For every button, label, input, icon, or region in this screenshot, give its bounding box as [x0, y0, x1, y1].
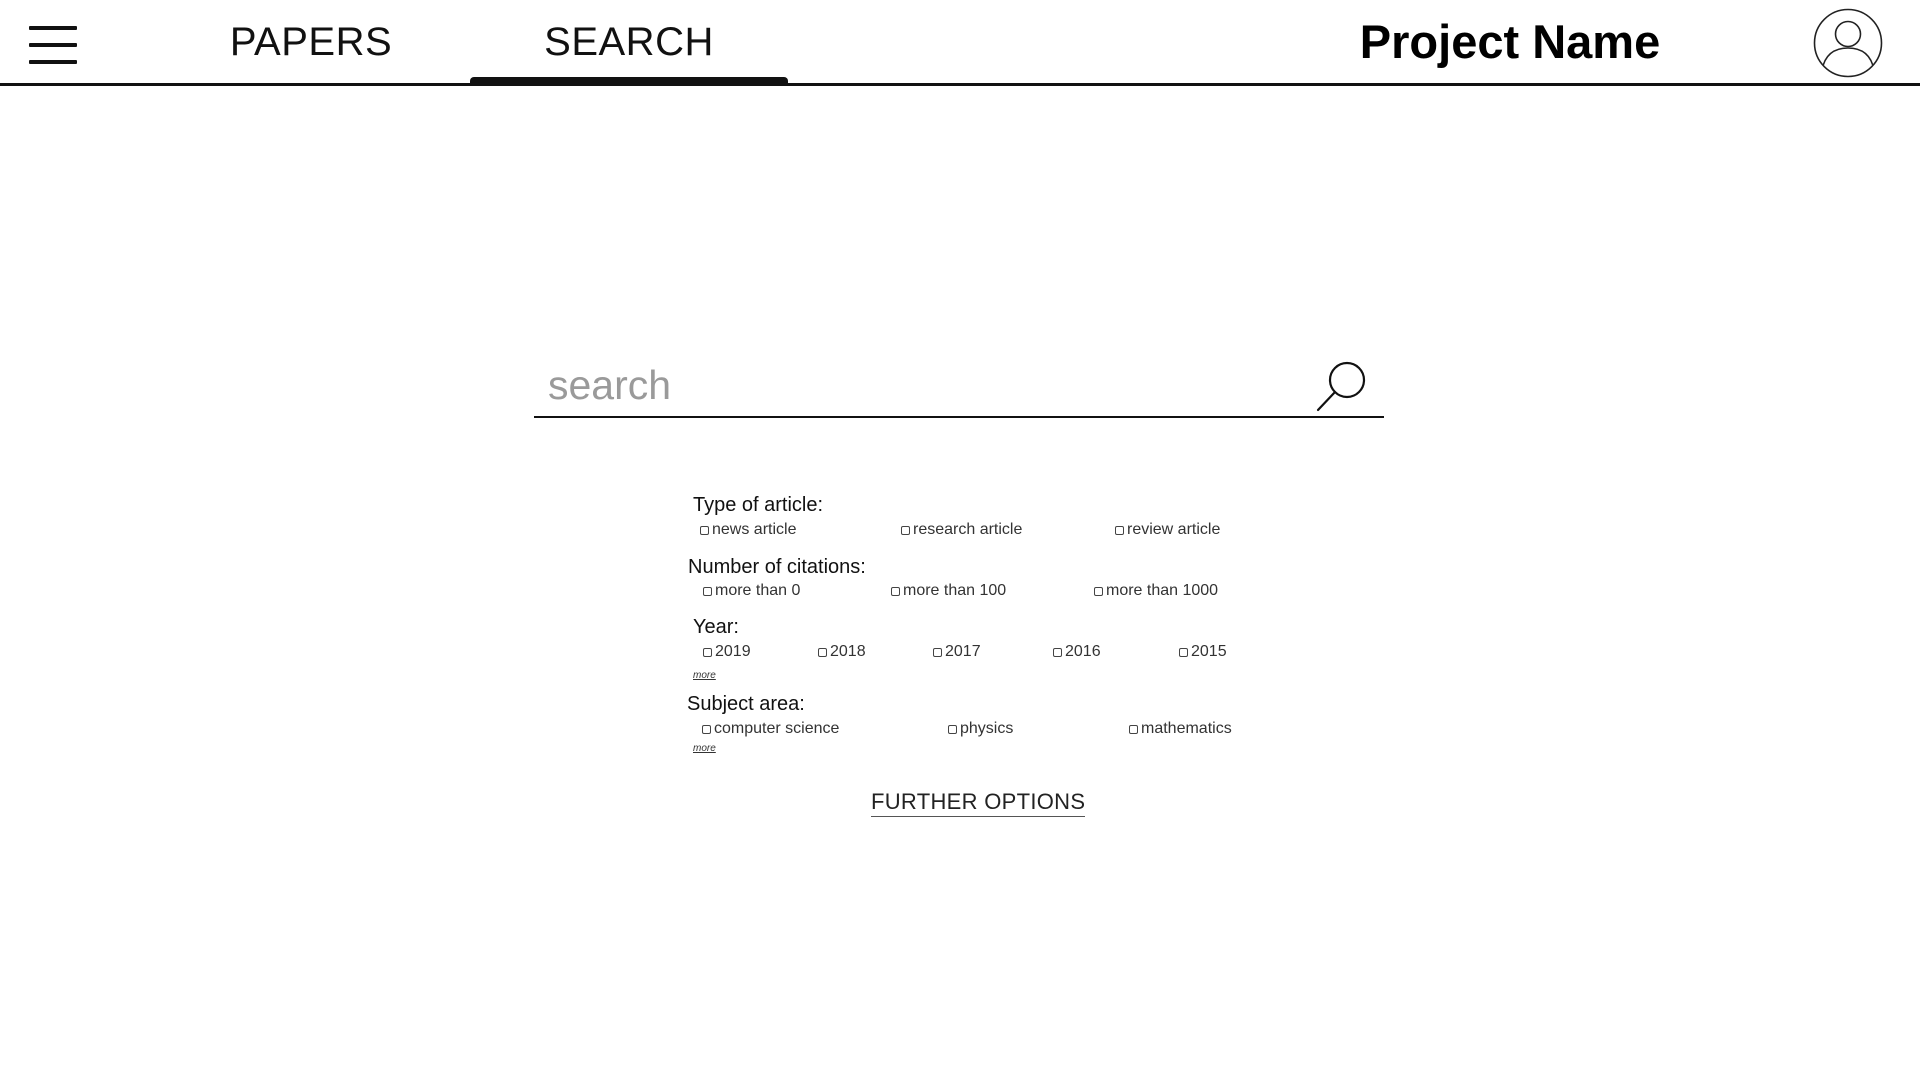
checkbox-label: more than 0 — [715, 582, 801, 599]
checkbox-icon[interactable] — [700, 525, 709, 535]
checkbox-label: physics — [960, 720, 1014, 737]
tab-papers[interactable]: PAPERS — [215, 0, 407, 84]
checkbox-icon[interactable] — [1094, 586, 1103, 596]
checkbox-year-2019[interactable]: 2019 — [703, 643, 751, 661]
active-tab-indicator — [470, 77, 788, 85]
top-navigation-bar: PAPERS SEARCH Project Name — [0, 0, 1920, 86]
checkbox-icon[interactable] — [1115, 525, 1124, 535]
year-more-link[interactable]: more — [693, 670, 716, 681]
checkbox-year-2018[interactable]: 2018 — [818, 643, 866, 661]
checkbox-icon[interactable] — [933, 647, 942, 657]
checkbox-computer-science[interactable]: computer science — [702, 720, 839, 738]
checkbox-label: more than 1000 — [1106, 582, 1219, 599]
checkbox-physics[interactable]: physics — [948, 720, 1013, 738]
tab-search[interactable]: SEARCH — [470, 0, 788, 84]
checkbox-mathematics[interactable]: mathematics — [1129, 720, 1232, 738]
checkbox-year-2017[interactable]: 2017 — [933, 643, 981, 661]
checkbox-icon[interactable] — [703, 586, 712, 596]
checkbox-year-2015[interactable]: 2015 — [1179, 643, 1227, 661]
checkbox-citations-more-than-100[interactable]: more than 100 — [891, 582, 1006, 600]
checkbox-label: 2019 — [715, 643, 751, 660]
checkbox-label: 2016 — [1065, 643, 1101, 660]
checkbox-news-article[interactable]: news article — [700, 521, 796, 539]
checkbox-icon[interactable] — [1129, 724, 1138, 734]
checkbox-label: mathematics — [1141, 720, 1232, 737]
project-name-title: Project Name — [1359, 15, 1661, 68]
checkbox-label: more than 100 — [903, 582, 1007, 599]
checkbox-citations-more-than-1000[interactable]: more than 1000 — [1094, 582, 1218, 600]
checkbox-icon[interactable] — [703, 647, 712, 657]
checkbox-icon[interactable] — [818, 647, 827, 657]
article-type-title: Type of article: — [693, 494, 824, 516]
search-icon[interactable] — [1314, 360, 1370, 414]
hamburger-menu-icon[interactable] — [29, 26, 77, 64]
subject-more-link[interactable]: more — [693, 743, 716, 754]
further-options-link[interactable]: FURTHER OPTIONS — [871, 789, 1086, 817]
checkbox-icon[interactable] — [702, 724, 711, 734]
checkbox-label: computer science — [714, 720, 840, 737]
checkbox-label: review article — [1127, 521, 1221, 538]
checkbox-icon[interactable] — [1053, 647, 1062, 657]
search-input[interactable] — [548, 356, 1288, 414]
search-bar — [534, 350, 1384, 418]
checkbox-icon[interactable] — [948, 724, 957, 734]
checkbox-year-2016[interactable]: 2016 — [1053, 643, 1101, 661]
checkbox-label: 2017 — [945, 643, 981, 660]
checkbox-citations-more-than-0[interactable]: more than 0 — [703, 582, 800, 600]
checkbox-label: research article — [913, 521, 1023, 538]
checkbox-label: 2015 — [1191, 643, 1227, 660]
checkbox-review-article[interactable]: review article — [1115, 521, 1220, 539]
citations-title: Number of citations: — [688, 556, 866, 578]
checkbox-icon[interactable] — [901, 525, 910, 535]
subject-area-title: Subject area: — [687, 693, 805, 715]
checkbox-research-article[interactable]: research article — [901, 521, 1022, 539]
checkbox-label: 2018 — [830, 643, 866, 660]
user-avatar-icon[interactable] — [1813, 8, 1883, 78]
checkbox-icon[interactable] — [1179, 647, 1188, 657]
year-title: Year: — [693, 616, 739, 638]
checkbox-label: news article — [712, 521, 797, 538]
checkbox-icon[interactable] — [891, 586, 900, 596]
